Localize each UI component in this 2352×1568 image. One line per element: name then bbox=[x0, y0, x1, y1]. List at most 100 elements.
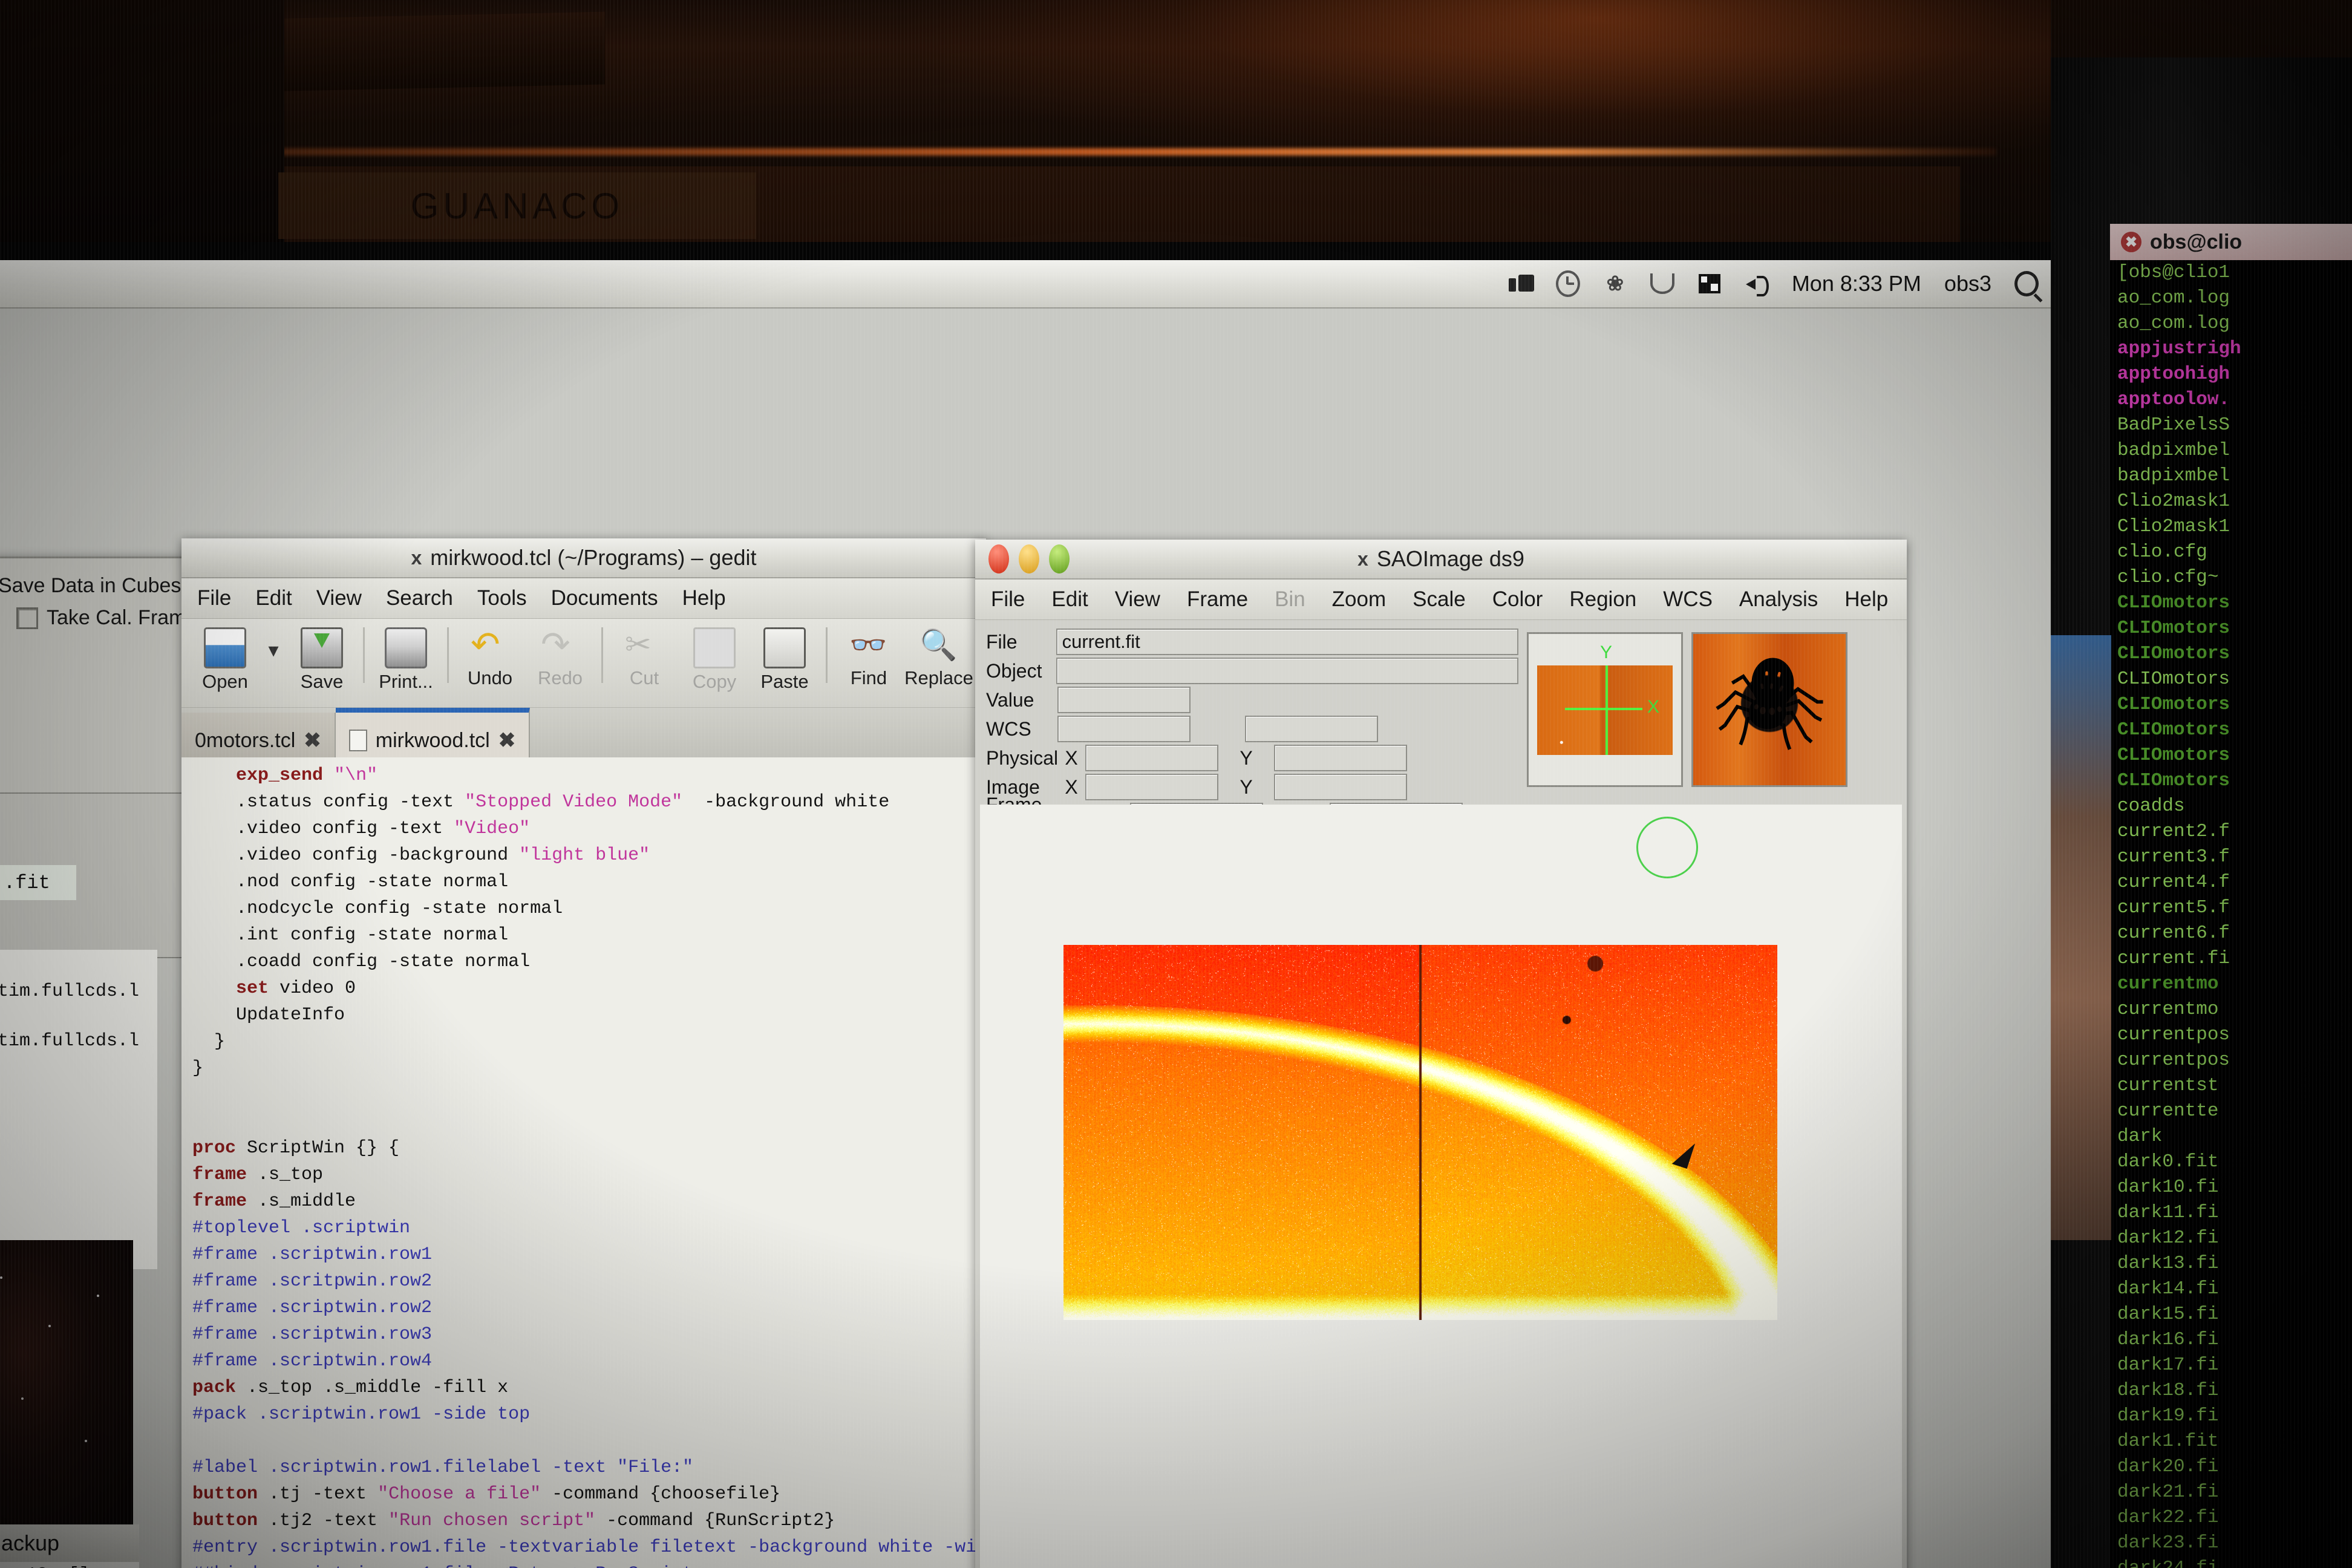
object-value[interactable] bbox=[1056, 658, 1518, 684]
detector-image[interactable] bbox=[1063, 945, 1777, 1320]
terminal-line: dark22.fi bbox=[2117, 1505, 2352, 1530]
terminal-line: current4.f bbox=[2117, 870, 2352, 895]
circle-region-marker[interactable] bbox=[1636, 817, 1698, 878]
value-label: Value bbox=[986, 689, 1057, 711]
earth-wallpaper-sliver bbox=[2051, 635, 2111, 1240]
code-line: button .tj2 -text "Run chosen script" -c… bbox=[192, 1508, 997, 1534]
clock-icon[interactable] bbox=[1556, 272, 1580, 296]
file-label: File bbox=[986, 631, 1056, 653]
find-button[interactable]: 👓 Find bbox=[835, 627, 903, 689]
menu-view[interactable]: View bbox=[316, 586, 362, 610]
menu-search[interactable]: Search bbox=[386, 586, 453, 610]
ds9-menu-view[interactable]: View bbox=[1115, 587, 1160, 612]
wcs-value-1[interactable] bbox=[1057, 716, 1191, 742]
save-button[interactable]: Save bbox=[288, 627, 356, 693]
menu-edit[interactable]: Edit bbox=[255, 586, 292, 610]
physical-y-value[interactable] bbox=[1274, 745, 1407, 771]
terminal-file-listing[interactable]: [obs@clio1 ao_com.log ao_com.log appjustrig… bbox=[2110, 260, 2352, 1568]
code-line: button .tj -text "Choose a file" -comman… bbox=[192, 1481, 997, 1508]
terminal-line: current5.f bbox=[2117, 895, 2352, 921]
wifi-icon[interactable] bbox=[1650, 272, 1674, 296]
pixel-value[interactable] bbox=[1057, 687, 1191, 713]
take-cal-frame-checkbox[interactable] bbox=[16, 607, 38, 629]
ds9-menu-region[interactable]: Region bbox=[1569, 587, 1636, 612]
image-y-value[interactable] bbox=[1274, 774, 1407, 800]
undo-button[interactable]: ↶ Undo bbox=[456, 627, 524, 689]
close-icon[interactable]: ✖ bbox=[498, 728, 516, 753]
open-dropdown-button[interactable]: ▾ bbox=[261, 627, 286, 662]
bluetooth-icon[interactable]: ❀ bbox=[1603, 272, 1627, 296]
volume-icon[interactable] bbox=[1745, 272, 1769, 296]
terminal-line: dark1.fit bbox=[2117, 1429, 2352, 1454]
paste-button-label: Paste bbox=[760, 671, 808, 693]
user-menu-label[interactable]: obs3 bbox=[1944, 271, 1991, 296]
ds9-menu-zoom[interactable]: Zoom bbox=[1332, 587, 1386, 612]
ds9-menu-edit[interactable]: Edit bbox=[1051, 587, 1088, 612]
close-icon[interactable]: ✖ bbox=[2121, 232, 2141, 252]
gedit-title: x mirkwood.tcl (~/Programs) – gedit bbox=[181, 545, 986, 570]
clock-label[interactable]: Mon 8:33 PM bbox=[1792, 271, 1921, 296]
gedit-titlebar[interactable]: x mirkwood.tcl (~/Programs) – gedit bbox=[181, 538, 986, 578]
x-window-icon: x bbox=[1357, 548, 1368, 570]
ds9-menu-wcs[interactable]: WCS bbox=[1663, 587, 1713, 612]
close-icon[interactable]: ✖ bbox=[304, 728, 321, 753]
info-row-image: Image X Y bbox=[986, 774, 1518, 800]
search-icon[interactable] bbox=[2014, 272, 2039, 296]
paste-button[interactable]: Paste bbox=[751, 627, 818, 693]
guanaco-sign-label: GUANACO bbox=[411, 185, 624, 227]
take-cal-frame-row[interactable]: Take Cal. Frame bbox=[0, 598, 201, 630]
toolbar-separator bbox=[363, 627, 365, 683]
code-line: .video config -background "light blue" bbox=[192, 842, 997, 869]
left-terminal-snippet: : tim.fullcds.l : tim.fullcds.l bbox=[0, 950, 157, 1269]
menu-documents[interactable]: Documents bbox=[551, 586, 658, 610]
file-icon bbox=[349, 730, 367, 751]
panner-thumbnail[interactable]: X Y bbox=[1527, 632, 1683, 787]
terminal-line: Clio2mask1 bbox=[2117, 514, 2352, 540]
open-button[interactable]: Open bbox=[191, 627, 259, 693]
menu-tools[interactable]: Tools bbox=[477, 586, 527, 610]
redo-arrow-icon: ↷ bbox=[541, 627, 580, 665]
wcs-value-2[interactable] bbox=[1245, 716, 1378, 742]
file-value[interactable]: current.fit bbox=[1056, 629, 1518, 655]
image-x-value[interactable] bbox=[1085, 774, 1218, 800]
terminal-line: dark bbox=[2117, 1124, 2352, 1149]
toolbar-separator bbox=[601, 627, 603, 683]
copy-button-label: Copy bbox=[693, 671, 736, 693]
info-row-file: File current.fit bbox=[986, 629, 1518, 655]
menu-file[interactable]: File bbox=[197, 586, 231, 610]
ds9-window: x SAOImage ds9 File Edit View Frame Bin … bbox=[975, 540, 1907, 1568]
gedit-code-editor[interactable]: exp_send "\n" .status config -text "Stop… bbox=[181, 757, 997, 1568]
printer-icon bbox=[385, 627, 427, 668]
photograph-of-observatory-monitor: GUANACO ❀ Mon 8:33 PM obs3 Save Data in … bbox=[0, 0, 2352, 1568]
code-line: ##bind .scriptwin.row1.file <Return> Run… bbox=[192, 1561, 997, 1568]
terminal-line: currentpos bbox=[2117, 1048, 2352, 1073]
info-row-value: Value bbox=[986, 687, 1518, 713]
physical-label: Physical bbox=[986, 747, 1057, 769]
ds9-menu-scale[interactable]: Scale bbox=[1413, 587, 1466, 612]
binoculars-icon: 👓 bbox=[849, 627, 888, 665]
ds9-thumbnails: X Y 🕷 bbox=[1527, 629, 1847, 832]
code-line: #frame .scriptwin.row2 bbox=[192, 1295, 997, 1321]
ds9-menu-color[interactable]: Color bbox=[1492, 587, 1543, 612]
terminal-line: CLIOmotors bbox=[2117, 590, 2352, 616]
terminal-titlebar[interactable]: ✖ obs@clio bbox=[2110, 224, 2352, 260]
magnifier-thumbnail[interactable]: 🕷 bbox=[1691, 632, 1847, 787]
menu-help[interactable]: Help bbox=[682, 586, 726, 610]
ds9-menu-frame[interactable]: Frame bbox=[1187, 587, 1248, 612]
tab-label: 0motors.tcl bbox=[195, 729, 295, 753]
spider-icon: 🕷 bbox=[1712, 658, 1827, 749]
physical-x-value[interactable] bbox=[1085, 745, 1218, 771]
ds9-menu-analysis[interactable]: Analysis bbox=[1739, 587, 1818, 612]
print-button[interactable]: Print... bbox=[372, 627, 440, 693]
ds9-image-canvas[interactable] bbox=[980, 805, 1902, 1568]
ds9-titlebar[interactable]: x SAOImage ds9 bbox=[975, 540, 1907, 580]
network-icon[interactable] bbox=[1509, 272, 1533, 296]
gedit-title-text: mirkwood.tcl (~/Programs) – gedit bbox=[430, 545, 756, 570]
battery-icon[interactable] bbox=[1697, 272, 1722, 296]
code-line: .nod config -state normal bbox=[192, 869, 997, 895]
ds9-menu-help[interactable]: Help bbox=[1844, 587, 1888, 612]
ds9-menu-file[interactable]: File bbox=[991, 587, 1025, 612]
replace-button[interactable]: 🔍 Replace bbox=[905, 627, 973, 689]
terminal-line: badpixmbel bbox=[2117, 438, 2352, 463]
find-button-label: Find bbox=[851, 667, 887, 689]
